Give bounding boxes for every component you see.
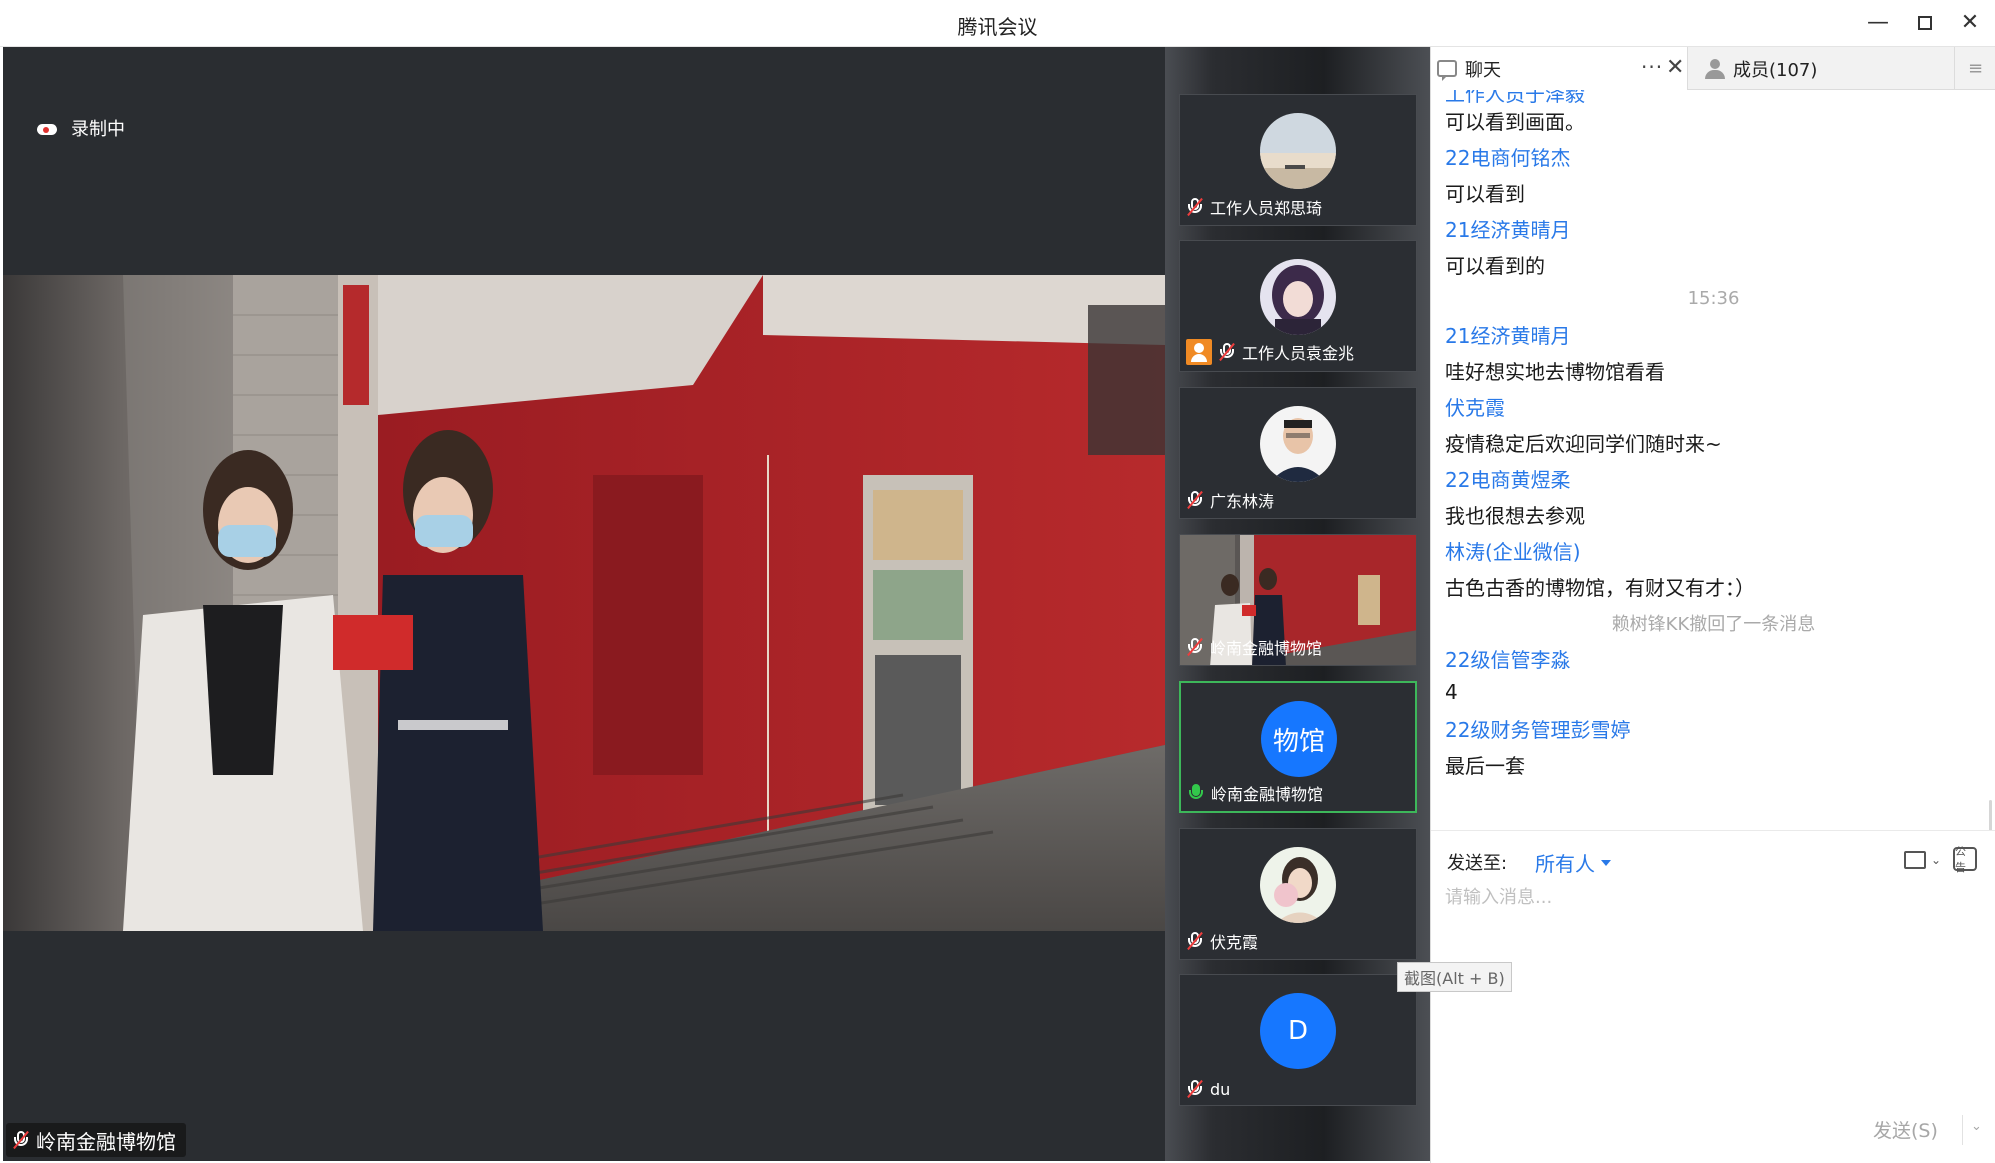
main-speaker-name: 岭南金融博物馆 [36, 1129, 176, 1154]
participant-avatar [1260, 113, 1336, 189]
tab-chat-label: 聊天 [1465, 59, 1501, 81]
mic-muted-icon [1186, 490, 1204, 510]
maximize-button[interactable] [1910, 8, 1940, 38]
close-button[interactable]: ✕ [1955, 8, 1985, 38]
participant-tile-video[interactable]: 岭南金融博物馆 [1179, 534, 1417, 666]
file-folder-icon[interactable] [1904, 851, 1926, 869]
participant-name: 岭南金融博物馆 [1210, 639, 1323, 658]
participant-avatar: D [1260, 993, 1336, 1069]
mic-muted-icon [1186, 637, 1204, 657]
title-bar: 腾讯会议 — ✕ [0, 0, 1995, 47]
message-text: 古色古香的博物馆，有财又有才：） [1445, 576, 1755, 600]
participant-tile[interactable]: 工作人员郑思琦 [1179, 94, 1417, 226]
main-video-stage[interactable]: 录制中 岭南金融博物馆 [3, 47, 1165, 1161]
minimize-button[interactable]: — [1863, 8, 1893, 38]
close-chat-icon[interactable]: ✕ [1666, 55, 1684, 80]
chevron-down-icon[interactable]: ⌄ [1931, 853, 1941, 867]
mic-muted-icon [1186, 931, 1204, 951]
participant-tile-active-speaker[interactable]: 物馆 岭南金融博物馆 [1179, 681, 1417, 813]
participant-name: 工作人员袁金兆 [1242, 344, 1355, 363]
chat-composer: 发送至: 所有人 ⌄ 公告 发送(S) ⌄ [1431, 830, 1995, 1163]
message-sender: 22级信管李淼 [1445, 648, 1571, 672]
send-button[interactable]: 发送(S) [1873, 1116, 1938, 1143]
message-recalled-notice: 赖树锋KK撤回了一条消息 [1611, 614, 1816, 635]
message-text: 可以看到的 [1445, 254, 1545, 278]
message-input[interactable] [1445, 883, 1981, 1083]
announcement-icon[interactable]: 公告 [1953, 845, 1977, 874]
message-sender: 22电商黄煜柔 [1445, 468, 1571, 492]
members-icon [1705, 58, 1725, 79]
participant-name: 广东林涛 [1210, 492, 1275, 511]
recording-label: 录制中 [71, 119, 125, 140]
mic-muted-icon [1218, 342, 1236, 362]
message-sender: 22电商何铭杰 [1445, 146, 1571, 170]
message-sender: 工作人员于泽毅 [1445, 90, 1585, 106]
message-text: 我也很想去参观 [1445, 504, 1585, 528]
participant-avatar: 物馆 [1261, 701, 1337, 777]
menu-icon[interactable]: ≡ [1954, 47, 1995, 90]
mic-muted-icon [1186, 1079, 1204, 1099]
divider [1962, 1115, 1963, 1145]
more-options-icon[interactable]: ··· [1641, 55, 1663, 79]
chat-bubble-icon [1437, 60, 1457, 81]
message-text: 可以看到画面。 [1445, 110, 1585, 134]
chat-panel: 聊天 ··· ✕ 成员(107) ≡ 工作人员于泽毅 可以看到画面。 22电商何… [1430, 47, 1995, 1163]
message-text: 可以看到 [1445, 182, 1525, 206]
host-icon [1186, 339, 1212, 365]
participant-tile[interactable]: D du [1179, 974, 1417, 1106]
participant-avatar [1260, 406, 1336, 482]
recording-indicator: 录制中 [35, 115, 125, 141]
message-sender: 21经济黄晴月 [1445, 324, 1571, 348]
message-sender: 21经济黄晴月 [1445, 218, 1571, 242]
participant-strip: 工作人员郑思琦 工作人员袁金兆 广东林涛 岭南金融博物馆 物馆 岭南金融博物馆 … [1165, 47, 1430, 1161]
chat-message-list[interactable]: 工作人员于泽毅 可以看到画面。 22电商何铭杰 可以看到 21经济黄晴月 可以看… [1431, 90, 1995, 830]
message-sender: 22级财务管理彭雪婷 [1445, 718, 1631, 742]
participant-avatar [1260, 847, 1336, 923]
participant-name: 工作人员郑思琦 [1210, 199, 1323, 218]
message-text: 最后一套 [1445, 754, 1525, 778]
send-options-chevron-icon[interactable]: ⌄ [1971, 1119, 1982, 1134]
message-text: 4 [1445, 680, 1458, 704]
chat-tab-bar: 聊天 ··· ✕ 成员(107) ≡ [1431, 47, 1995, 90]
mic-on-icon [1187, 783, 1205, 803]
participant-avatar [1260, 259, 1336, 335]
send-to-label: 发送至: [1447, 853, 1508, 874]
participant-tile[interactable]: 工作人员袁金兆 [1179, 240, 1417, 372]
participant-tile[interactable]: 伏克霞 [1179, 828, 1417, 960]
message-text: 哇好想实地去博物馆看看 [1445, 360, 1665, 384]
tab-members-label: 成员(107) [1733, 59, 1818, 81]
tab-members[interactable]: 成员(107) [1699, 47, 1949, 90]
mic-muted-icon [12, 1130, 30, 1150]
message-sender: 林涛(企业微信) [1445, 540, 1581, 564]
main-speaker-name-tag: 岭南金融博物馆 [6, 1123, 186, 1157]
caret-down-icon [1601, 859, 1611, 866]
recipient-dropdown[interactable]: 所有人 [1535, 848, 1611, 877]
cloud-record-icon [35, 120, 59, 136]
participant-name: 岭南金融博物馆 [1211, 785, 1324, 804]
message-text: 疫情稳定后欢迎同学们随时来~ [1445, 432, 1722, 456]
chat-scrollbar[interactable] [1989, 800, 1992, 830]
screenshot-tooltip: 截图(Alt + B) [1397, 962, 1512, 992]
message-timestamp: 15:36 [1687, 288, 1740, 309]
museum-video-feed [3, 275, 1165, 931]
participant-name: du [1210, 1079, 1231, 1099]
tab-chat[interactable]: 聊天 ··· ✕ [1431, 47, 1688, 90]
message-sender: 伏克霞 [1445, 396, 1505, 420]
recipient-value: 所有人 [1535, 852, 1595, 876]
window-title: 腾讯会议 [957, 15, 1038, 39]
maximize-icon [1918, 16, 1932, 30]
participant-tile[interactable]: 广东林涛 [1179, 387, 1417, 519]
participant-name: 伏克霞 [1210, 933, 1259, 952]
mic-muted-icon [1186, 197, 1204, 217]
